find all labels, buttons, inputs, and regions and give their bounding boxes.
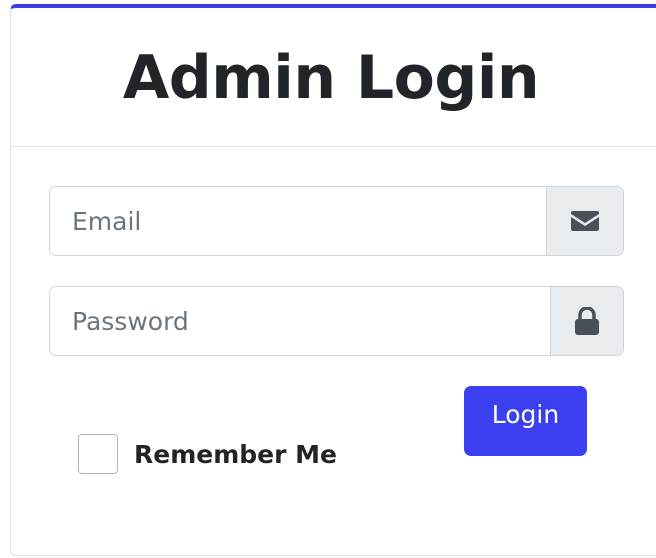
login-button[interactable]: Login (464, 386, 587, 456)
card-header: Admin Login (11, 8, 656, 147)
remember-me: Remember Me (78, 434, 337, 474)
email-addon (546, 187, 623, 255)
page-title: Admin Login (122, 43, 540, 113)
password-input-group (49, 286, 624, 356)
remember-me-checkbox[interactable] (78, 434, 118, 474)
password-input[interactable] (50, 287, 550, 355)
email-input[interactable] (50, 187, 546, 255)
password-addon (550, 287, 623, 355)
lock-icon (575, 307, 599, 335)
remember-me-label[interactable]: Remember Me (134, 440, 337, 469)
email-input-group (49, 186, 624, 256)
envelope-icon (571, 211, 599, 231)
login-card: Admin Login Login Remember Me (10, 4, 656, 556)
